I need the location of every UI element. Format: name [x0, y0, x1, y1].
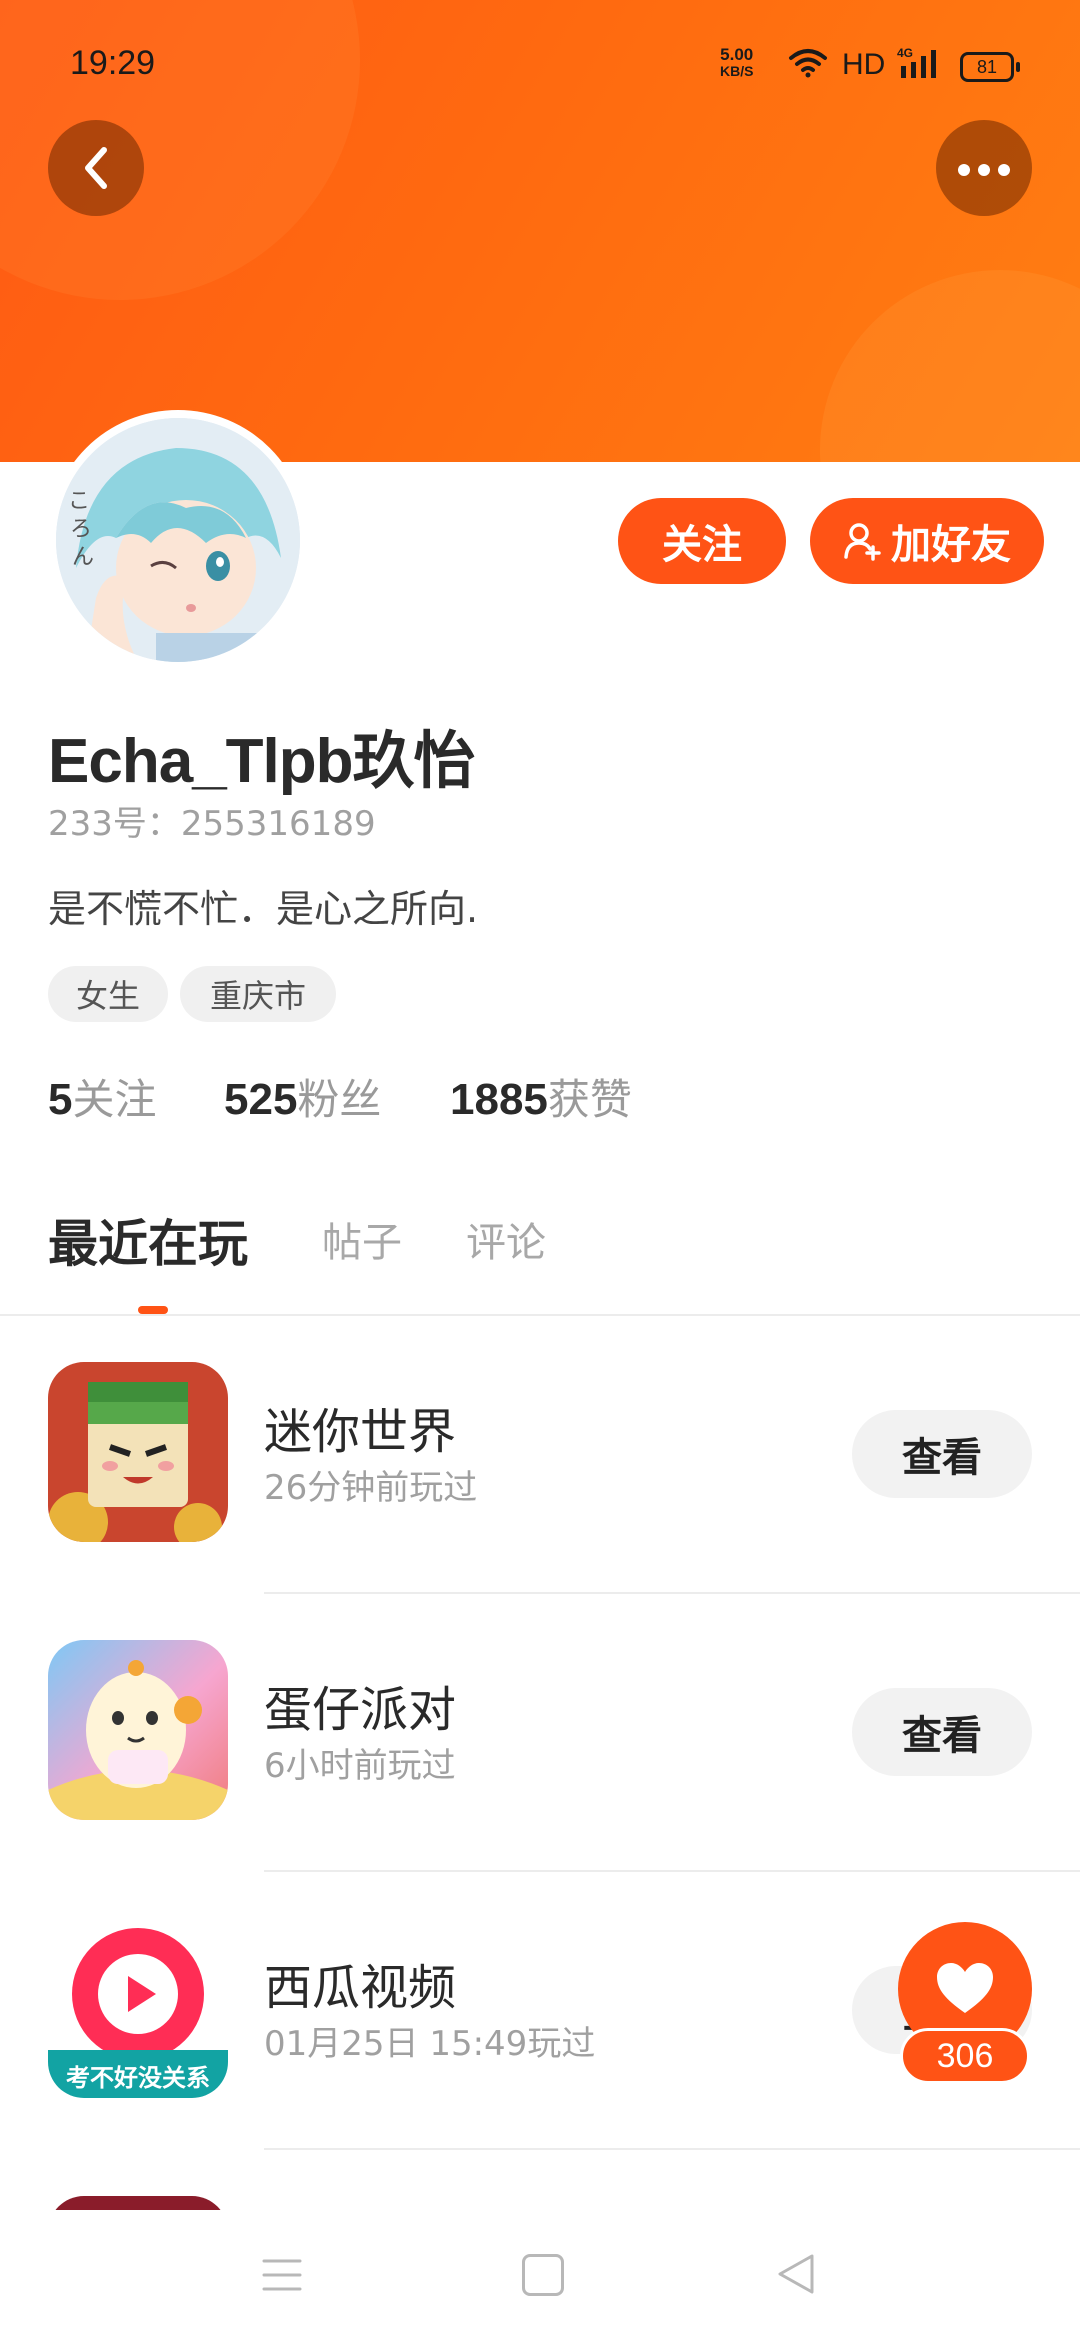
stat-num: 5 [48, 1075, 73, 1124]
game-name: 西瓜视频 [264, 1960, 457, 2016]
stat-num: 525 [224, 1075, 298, 1124]
game-icon-mini-world [48, 1362, 228, 1542]
stat-label: 获赞 [547, 1075, 632, 1124]
system-navbar [0, 2210, 1080, 2340]
status-bar: 19:29 5.00 KB/S HD 4G 81 [0, 0, 1080, 130]
svg-text:ん: ん [72, 545, 94, 570]
more-button[interactable] [936, 120, 1032, 216]
game-name: 迷你世界 [264, 1404, 457, 1460]
net-speed-value: 5.00 [720, 45, 754, 64]
stat-likes: 1885获赞 [450, 1066, 632, 1127]
more-dot [978, 164, 990, 176]
game-icon-eggy-party [48, 1640, 228, 1820]
tab-recently-played[interactable]: 最近在玩 [48, 1204, 248, 1276]
tag-gender: 女生 [48, 966, 168, 1022]
chevron-left-icon [85, 147, 107, 189]
avatar-image: こ ろ ん [56, 418, 300, 662]
game-name: 蛋仔派对 [264, 1682, 457, 1738]
tab-comments[interactable]: 评论 [466, 1210, 546, 1268]
net-speed: 5.00 KB/S [720, 46, 753, 80]
divider [264, 2148, 1080, 2150]
stat-label: 关注 [72, 1075, 157, 1124]
last-played: 6小时前玩过 [264, 1746, 456, 1786]
game-icon-xigua-video: 考不好没关系 [48, 1918, 228, 2098]
svg-text:ろ: ろ [70, 517, 92, 542]
like-count: 306 [900, 2028, 1030, 2084]
hd-indicator: HD [842, 48, 886, 81]
add-user-icon [844, 523, 881, 561]
heart-icon [937, 1963, 993, 2013]
more-horizontal-icon [958, 164, 970, 176]
more-dot [998, 164, 1010, 176]
game-icon-caption: 考不好没关系 [66, 2063, 210, 2092]
list-item[interactable]: 迷你世界 26分钟前玩过 查看 [0, 1316, 1080, 1594]
battery-indicator: 81 [960, 52, 1020, 82]
user-id: 233号：255316189 [48, 804, 376, 844]
last-played: 26分钟前玩过 [264, 1468, 478, 1508]
back-button[interactable] [48, 120, 144, 216]
view-button[interactable]: 查看 [852, 1410, 1032, 1498]
stat-fans[interactable]: 525粉丝 [224, 1066, 381, 1127]
avatar[interactable]: こ ろ ん [48, 410, 308, 670]
stat-following[interactable]: 5关注 [48, 1066, 157, 1127]
wifi-icon [789, 49, 827, 78]
stat-label: 粉丝 [297, 1075, 382, 1124]
nickname: Echa_Tlpb玖怡 [48, 727, 476, 796]
bio: 是不慌不忙．是心之所向. [48, 887, 479, 931]
view-button[interactable]: 查看 [852, 1688, 1032, 1776]
back-triangle-icon[interactable] [776, 2252, 816, 2296]
signal-icon: 4G [897, 46, 936, 78]
tag-city: 重庆市 [180, 966, 336, 1022]
follow-button[interactable]: 关注 [618, 498, 786, 584]
header-decoration [820, 270, 1080, 462]
status-time: 19:29 [70, 44, 156, 82]
svg-text:こ: こ [68, 489, 90, 514]
home-square-icon[interactable] [522, 2254, 564, 2296]
stat-num: 1885 [450, 1075, 548, 1124]
list-item[interactable]: 蛋仔派对 6小时前玩过 查看 [0, 1594, 1080, 1872]
net-speed-unit: KB/S [720, 63, 754, 79]
tab-indicator [138, 1306, 168, 1314]
tab-posts[interactable]: 帖子 [322, 1210, 402, 1268]
network-type: 4G [897, 46, 913, 60]
add-friend-button[interactable]: 加好友 [810, 498, 1044, 584]
add-friend-label: 加好友 [891, 522, 1011, 568]
menu-icon[interactable] [262, 2258, 302, 2292]
last-played: 01月25日 15:49玩过 [264, 2024, 596, 2064]
